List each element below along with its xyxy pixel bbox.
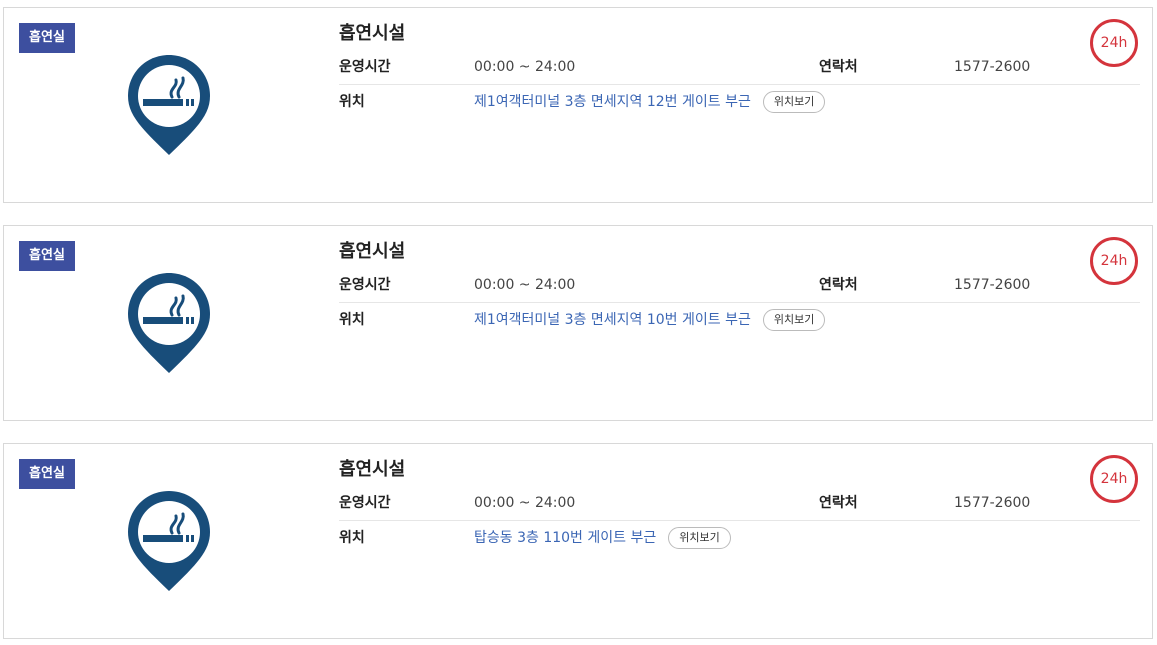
location-row: 위치 제1여객터미널 3층 면세지역 10번 게이트 부근 위치보기 [339, 303, 1140, 337]
hours-value: 00:00 ~ 24:00 [474, 495, 576, 511]
contact-value: 1577-2600 [954, 59, 1031, 75]
smoking-area-pin-icon [128, 491, 210, 591]
hours-label: 운영시간 [339, 59, 391, 75]
hours-row: 운영시간 00:00 ~ 24:00 연락처 1577-2600 [339, 50, 1140, 85]
location-link[interactable]: 제1여객터미널 3층 면세지역 12번 게이트 부근 [474, 94, 751, 110]
view-location-button[interactable]: 위치보기 [762, 91, 826, 113]
hours-value: 00:00 ~ 24:00 [474, 277, 576, 293]
hours-row: 운영시간 00:00 ~ 24:00 연락처 1577-2600 [339, 268, 1140, 303]
hours-label: 운영시간 [339, 495, 391, 511]
category-badge: 흡연실 [19, 459, 75, 489]
view-location-button[interactable]: 위치보기 [668, 527, 731, 549]
facility-title: 흡연시설 [339, 459, 406, 480]
smoking-area-pin-icon [128, 55, 210, 155]
contact-value: 1577-2600 [954, 495, 1031, 511]
open-24h-badge: 24h [1090, 19, 1138, 67]
location-link[interactable]: 탑승동 3층 110번 게이트 부근 [474, 530, 656, 546]
location-row: 위치 제1여객터미널 3층 면세지역 12번 게이트 부근 위치보기 [339, 85, 1140, 119]
hours-value: 00:00 ~ 24:00 [474, 59, 576, 75]
category-badge: 흡연실 [19, 241, 75, 271]
category-badge: 흡연실 [19, 23, 75, 53]
location-text-wrap: 탑승동 3층 110번 게이트 부근 위치보기 [474, 521, 731, 555]
location-row: 위치 탑승동 3층 110번 게이트 부근 위치보기 [339, 521, 1140, 555]
location-label: 위치 [339, 94, 365, 110]
facility-title: 흡연시설 [339, 241, 406, 262]
smoking-area-pin-icon [128, 273, 210, 373]
hours-row: 운영시간 00:00 ~ 24:00 연락처 1577-2600 [339, 486, 1140, 521]
open-24h-badge: 24h [1090, 455, 1138, 503]
location-text-wrap: 제1여객터미널 3층 면세지역 12번 게이트 부근 위치보기 [474, 85, 826, 119]
location-link[interactable]: 제1여객터미널 3층 면세지역 10번 게이트 부근 [474, 312, 751, 328]
contact-value: 1577-2600 [954, 277, 1031, 293]
facility-title: 흡연시설 [339, 23, 406, 44]
facility-card: 흡연실 흡연시설 운영시간 00:00 ~ 24:00 연락처 1577-260… [3, 225, 1153, 421]
hours-label: 운영시간 [339, 277, 391, 293]
contact-label: 연락처 [819, 495, 858, 511]
contact-label: 연락처 [819, 59, 858, 75]
view-location-button[interactable]: 위치보기 [762, 309, 826, 331]
location-label: 위치 [339, 312, 365, 328]
contact-label: 연락처 [819, 277, 858, 293]
location-label: 위치 [339, 530, 365, 546]
open-24h-badge: 24h [1090, 237, 1138, 285]
facility-card: 흡연실 흡연시설 운영시간 00:00 ~ 24:00 연락처 1577-260… [3, 443, 1153, 639]
location-text-wrap: 제1여객터미널 3층 면세지역 10번 게이트 부근 위치보기 [474, 303, 826, 337]
facility-card: 흡연실 흡연시설 운영시간 00:00 ~ 24:00 연락처 1577-260… [3, 7, 1153, 203]
